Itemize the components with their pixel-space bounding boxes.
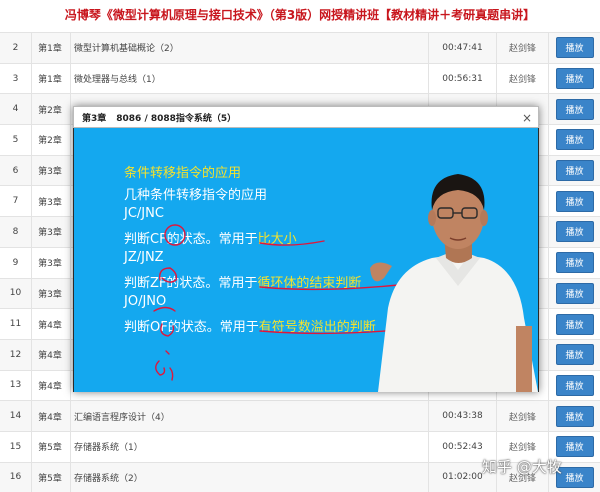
popup-title: 8086 / 8088指令系统（5） [116, 113, 237, 124]
lesson-number: 2 [0, 33, 32, 63]
lesson-teacher: 赵剑锋 [496, 63, 548, 94]
play-button[interactable]: 播放 [555, 252, 594, 274]
lesson-number: 12 [0, 339, 32, 370]
lesson-duration: 00:43:38 [428, 401, 496, 431]
play-cell: 播放 [548, 309, 600, 339]
play-cell: 播放 [548, 339, 600, 370]
popup-header: 第3章 8086 / 8088指令系统（5） × [73, 106, 539, 128]
lesson-teacher: 赵剑锋 [496, 33, 548, 63]
lesson-chapter: 第3章 [38, 167, 62, 178]
lesson-teacher: 赵剑锋 [496, 401, 548, 431]
video-player[interactable]: 条件转移指令的应用 几种条件转移指令的应用 JC/JNC 判断CF的状态。常用于… [74, 128, 538, 392]
play-button[interactable]: 播放 [555, 221, 594, 243]
lesson-number: 14 [0, 401, 32, 431]
lesson-chapter: 第4章 [38, 412, 62, 423]
play-button[interactable]: 播放 [555, 129, 594, 151]
lesson-number: 16 [0, 462, 32, 492]
lesson-title: 微型计算机基础概论（2） [70, 33, 425, 63]
play-cell: 播放 [548, 217, 600, 247]
lesson-chapter: 第3章 [38, 259, 62, 270]
play-cell: 播放 [548, 278, 600, 309]
play-button[interactable]: 播放 [555, 436, 594, 458]
lesson-title: 微处理器与总线（1） [70, 63, 425, 94]
lesson-title: 存储器系统（2） [70, 462, 425, 492]
lesson-chapter: 第3章 [38, 228, 62, 239]
play-cell: 播放 [548, 63, 600, 94]
play-cell: 播放 [548, 155, 600, 186]
lesson-title: 存储器系统（1） [70, 431, 425, 462]
play-cell: 播放 [548, 33, 600, 63]
play-button[interactable]: 播放 [555, 68, 594, 90]
lesson-number: 13 [0, 370, 32, 401]
popup-chapter: 第3章 [82, 113, 107, 124]
lesson-number: 4 [0, 94, 32, 125]
lesson-title: 汇编语言程序设计（4） [70, 401, 425, 431]
lesson-chapter: 第3章 [38, 197, 62, 208]
video-popup: 第3章 8086 / 8088指令系统（5） × 条件转移指令的应用 几种条件转… [73, 106, 539, 392]
lesson-chapter: 第2章 [38, 136, 62, 147]
lesson-duration: 00:56:31 [428, 63, 496, 94]
play-button[interactable]: 播放 [555, 160, 594, 182]
lesson-chapter: 第4章 [38, 381, 62, 392]
play-cell: 播放 [548, 401, 600, 431]
watermark: 知乎 @大牧 [482, 458, 562, 476]
lesson-number: 9 [0, 247, 32, 278]
lesson-chapter: 第3章 [38, 289, 62, 300]
lesson-number: 10 [0, 278, 32, 309]
lesson-number: 8 [0, 217, 32, 247]
play-button[interactable]: 播放 [555, 405, 594, 427]
lesson-number: 6 [0, 155, 32, 186]
lesson-chapter: 第5章 [38, 473, 62, 484]
teacher-illustration [370, 174, 538, 392]
play-cell: 播放 [548, 94, 600, 125]
table-row: 2 第1章 微型计算机基础概论（2） 00:47:41 赵剑锋 播放 [0, 32, 600, 63]
play-button[interactable]: 播放 [555, 282, 594, 304]
lesson-number: 11 [0, 309, 32, 339]
lesson-number: 5 [0, 125, 32, 155]
play-button[interactable]: 播放 [555, 313, 594, 335]
play-button[interactable]: 播放 [555, 98, 594, 120]
play-cell: 播放 [548, 370, 600, 401]
lesson-number: 15 [0, 431, 32, 462]
play-button[interactable]: 播放 [555, 37, 594, 59]
lesson-duration: 00:47:41 [428, 33, 496, 63]
play-cell: 播放 [548, 247, 600, 278]
close-icon[interactable]: × [522, 111, 532, 125]
lesson-number: 3 [0, 63, 32, 94]
lesson-chapter: 第4章 [38, 351, 62, 362]
lesson-chapter: 第5章 [38, 443, 62, 454]
play-button[interactable]: 播放 [555, 344, 594, 366]
lesson-chapter: 第4章 [38, 320, 62, 331]
lesson-chapter: 第2章 [38, 105, 62, 116]
play-cell: 播放 [548, 125, 600, 155]
table-row: 3 第1章 微处理器与总线（1） 00:56:31 赵剑锋 播放 [0, 62, 600, 94]
page-title: 冯博琴《微型计算机原理与接口技术》（第3版）网授精讲班【教材精讲＋考研真题串讲】 [0, 0, 600, 30]
lesson-chapter: 第1章 [38, 75, 62, 86]
play-button[interactable]: 播放 [555, 374, 594, 396]
play-cell: 播放 [548, 186, 600, 217]
lesson-chapter: 第1章 [38, 44, 62, 55]
table-row: 14 第4章 汇编语言程序设计（4） 00:43:38 赵剑锋 播放 [0, 400, 600, 431]
play-button[interactable]: 播放 [555, 190, 594, 212]
lesson-number: 7 [0, 186, 32, 217]
